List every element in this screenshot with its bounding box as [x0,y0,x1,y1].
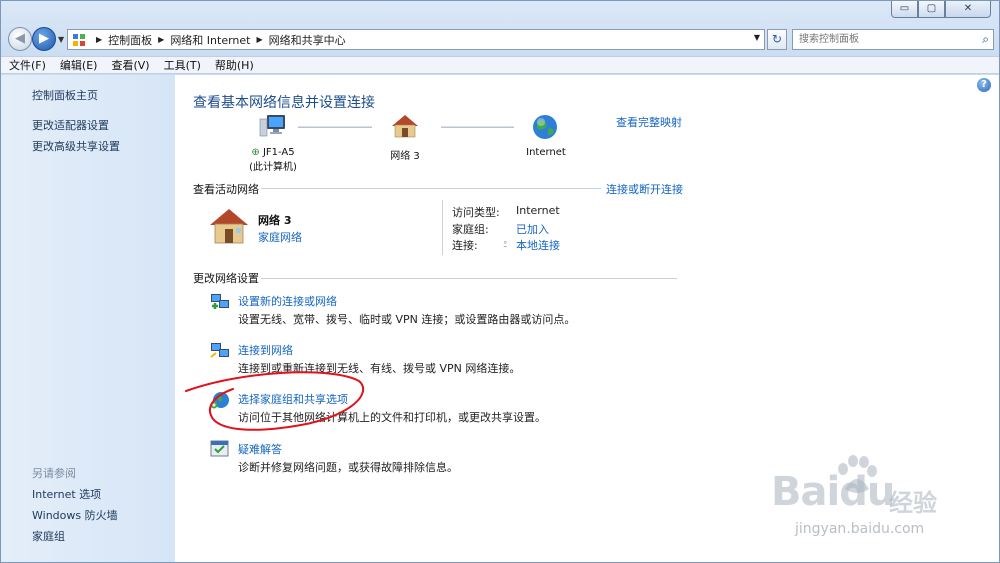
watermark-url: jingyan.baidu.com [795,521,925,537]
network-type-link[interactable]: 家庭网络 [258,229,302,245]
navigation-row: ◀ ▶ ▼ ▶ 控制面板 ▶ 网络和 Internet ▶ 网络和共享中心 ▼ … [1,25,999,55]
address-bar[interactable]: ▶ 控制面板 ▶ 网络和 Internet ▶ 网络和共享中心 ▼ [67,29,765,50]
breadcrumb-network-sharing-center[interactable]: 网络和共享中心 [269,32,346,48]
task-homegroup-sharing-desc: 访问位于其他网络计算机上的文件和打印机，或更改共享设置。 [238,411,546,424]
connection-label: 连接: [452,239,478,252]
sidebar-link-internet-options[interactable]: Internet 选项 [32,486,101,502]
task-troubleshoot-link[interactable]: 疑难解答 [238,441,282,457]
help-icon[interactable]: ? [977,78,991,92]
breadcrumb-separator-icon[interactable]: ▶ [158,35,164,44]
map-node-internet[interactable] [530,113,560,144]
internet-node-label: Internet [526,147,566,158]
watermark-brand: Baidu [771,469,895,515]
house-icon [392,115,418,138]
sidebar-link-control-panel-home[interactable]: 控制面板主页 [32,87,98,103]
menu-tools[interactable]: 工具(T) [164,57,201,73]
homegroup-icon[interactable] [209,389,231,411]
task-connect-network-link[interactable]: 连接到网络 [238,342,293,358]
map-link-line [298,126,372,128]
minimize-button[interactable]: ▭ [891,1,918,18]
task-connect-network-desc: 连接到或重新连接到无线、有线、拨号或 VPN 网络连接。 [238,362,521,375]
refresh-icon: ↻ [771,32,783,46]
homegroup-label: 家庭组: [452,223,489,236]
address-dropdown-icon[interactable]: ▼ [754,33,760,42]
watermark-brand-part2: du [839,469,895,515]
connect-disconnect-link[interactable]: 连接或断开连接 [606,181,683,197]
vertical-divider [442,200,443,255]
maximize-button[interactable]: ▢ [918,1,945,18]
back-button[interactable]: ◀ [8,27,32,51]
change-settings-label: 更改网络设置 [193,272,259,285]
network-badge-icon: ⊕ [251,147,260,158]
computer-icon [259,115,285,137]
watermark-cn: 经验 [889,489,937,517]
computer-sublabel: (此计算机) [249,162,297,173]
search-icon[interactable]: ⌕ [982,32,989,47]
access-type-label: 访问类型: [452,206,500,219]
computer-name: JF1-A5 [262,147,295,158]
computer-label: ⊕ JF1-A5 (此计算机) [237,147,309,173]
forward-button[interactable]: ▶ [32,27,56,51]
task-troubleshoot-desc: 诊断并修复网络问题，或获得故障排除信息。 [238,461,458,474]
breadcrumb-network-internet[interactable]: 网络和 Internet [170,32,250,48]
sidebar-link-homegroup[interactable]: 家庭组 [32,528,65,544]
page-title: 查看基本网络信息并设置连接 [193,95,375,111]
ethernet-plug-icon: ⍛ [502,235,509,248]
troubleshoot-icon[interactable] [209,438,231,460]
task-homegroup-sharing-link[interactable]: 选择家庭组和共享选项 [238,391,348,407]
local-connection-link[interactable]: 本地连接 [516,237,560,253]
breadcrumb-separator-icon[interactable]: ▶ [257,35,263,44]
map-link-line [441,126,514,128]
menu-file[interactable]: 文件(F) [9,57,46,73]
control-panel-icon [73,33,85,46]
new-connection-icon[interactable] [209,290,231,312]
globe-icon [533,115,557,139]
sidebar-link-adapter-settings[interactable]: 更改适配器设置 [32,117,109,133]
search-input[interactable] [793,30,968,49]
refresh-button[interactable]: ↻ [767,29,787,50]
forward-arrow-icon: ▶ [39,31,49,46]
view-full-map-link[interactable]: 查看完整映射 [616,114,682,130]
menu-bar: 文件(F) 编辑(E) 查看(V) 工具(T) 帮助(H) [1,56,999,74]
section-divider [261,278,677,279]
breadcrumb-separator-icon[interactable]: ▶ [96,35,102,44]
connect-network-icon[interactable] [209,339,231,361]
task-setup-new-connection-link[interactable]: 设置新的连接或网络 [238,293,337,309]
window: ▭ ▢ ✕ ◀ ▶ ▼ ▶ 控制面板 ▶ 网络和 Internet ▶ 网络和共… [0,0,1000,563]
baidu-watermark: Baidu 经验 jingyan.baidu.com [771,455,981,549]
close-button[interactable]: ✕ [945,1,991,18]
sidebar: 控制面板主页 更改适配器设置 更改高级共享设置 另请参阅 Internet 选项… [1,75,175,562]
menu-edit[interactable]: 编辑(E) [60,57,98,73]
watermark-brand-part1: Bai [771,469,840,515]
homegroup-joined-link[interactable]: 已加入 [516,221,549,237]
active-network-name: 网络 3 [258,214,292,227]
back-arrow-icon: ◀ [15,31,25,46]
task-setup-new-connection-desc: 设置无线、宽带、拨号、临时或 VPN 连接；或设置路由器或访问点。 [238,313,576,326]
sidebar-see-also-heading: 另请参阅 [32,467,76,480]
search-box[interactable]: ⌕ [792,29,994,50]
menu-help[interactable]: 帮助(H) [215,57,254,73]
map-node-network[interactable] [385,113,425,142]
house-icon [210,209,248,244]
access-type-value: Internet [516,204,560,217]
sidebar-link-advanced-sharing[interactable]: 更改高级共享设置 [32,138,120,154]
section-divider [261,188,601,189]
recent-pages-dropdown[interactable]: ▼ [58,35,64,44]
window-controls: ▭ ▢ ✕ [891,1,991,18]
active-networks-label: 查看活动网络 [193,183,259,196]
breadcrumb-control-panel[interactable]: 控制面板 [108,32,152,48]
sidebar-link-windows-firewall[interactable]: Windows 防火墙 [32,507,118,523]
menu-view[interactable]: 查看(V) [111,57,149,73]
network-node-label: 网络 3 [390,151,420,162]
